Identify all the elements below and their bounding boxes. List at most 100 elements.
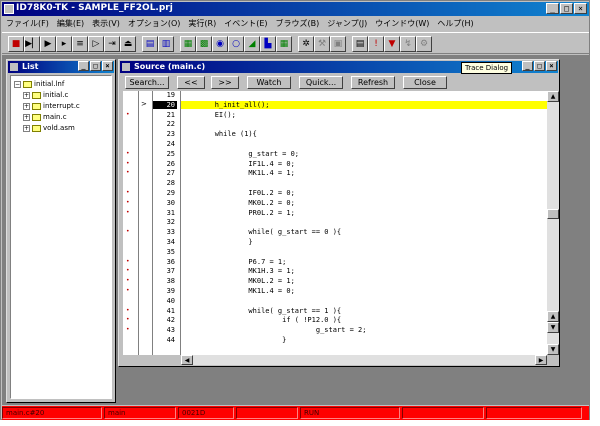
expand-icon[interactable]: + <box>23 91 30 99</box>
source-line[interactable] <box>181 297 547 305</box>
refresh-button[interactable]: Refresh <box>351 76 395 89</box>
source-line[interactable]: if ( !P12.0 ){ <box>181 316 547 324</box>
trace-icon[interactable]: ⚒ <box>314 36 330 52</box>
menu-run[interactable]: 実行(R) <box>184 17 220 31</box>
breakpoint-gutter[interactable]: • • • • • • • • • • • • • • • <box>123 91 139 355</box>
scroll-up-button[interactable]: ▲ <box>547 91 559 102</box>
menu-event[interactable]: イベント(E) <box>220 17 271 31</box>
source-maximize-button[interactable]: □ <box>534 61 545 71</box>
breakpoint-marker-icon[interactable]: • <box>126 277 134 285</box>
menu-jump[interactable]: ジャンプ(J) <box>323 17 371 31</box>
graph-icon[interactable]: ▙ <box>260 36 276 52</box>
scroll-right-button[interactable]: ▶ <box>535 355 547 365</box>
source-close-button[interactable]: × <box>546 61 557 71</box>
watch-button[interactable]: Watch <box>247 76 291 89</box>
pc-gutter[interactable]: > <box>139 91 153 355</box>
list-minimize-button[interactable]: _ <box>78 61 89 71</box>
return-icon[interactable]: ⇥ <box>104 36 120 52</box>
breakpoint-marker-icon[interactable]: • <box>126 258 134 266</box>
menu-edit[interactable]: 編集(E) <box>53 17 88 31</box>
source-window-icon[interactable]: ▤ <box>142 36 158 52</box>
menu-window[interactable]: ウインドウ(W) <box>371 17 433 31</box>
source-line[interactable]: while (1){ <box>181 130 547 138</box>
close-source-button[interactable]: Close <box>403 76 447 89</box>
expand-icon[interactable]: + <box>23 102 30 110</box>
menu-option[interactable]: オプション(O) <box>124 17 185 31</box>
go-icon[interactable]: ▶ <box>40 36 56 52</box>
scroll-page-up-button[interactable]: ▲ <box>547 311 559 322</box>
minimize-button[interactable]: _ <box>546 3 559 14</box>
breakpoint-marker-icon[interactable]: • <box>126 111 134 119</box>
step-into-icon[interactable]: ▸ <box>56 36 72 52</box>
menu-browse[interactable]: ブラウズ(B) <box>272 17 324 31</box>
source-line[interactable]: P6.7 = 1; <box>181 258 547 266</box>
watch-icon[interactable]: ◉ <box>212 36 228 52</box>
source-line[interactable]: MK0L.2 = 0; <box>181 199 547 207</box>
scroll-left-button[interactable]: ◀ <box>181 355 193 365</box>
source-line[interactable] <box>181 218 547 226</box>
source-line[interactable]: PR0L.2 = 1; <box>181 209 547 217</box>
source-line[interactable]: } <box>181 336 547 344</box>
tree-node-main[interactable]: + main.c <box>23 112 67 122</box>
source-line[interactable]: MK0L.2 = 1; <box>181 277 547 285</box>
forward-button[interactable]: >> <box>211 76 239 89</box>
breakpoint-marker-icon[interactable]: • <box>126 160 134 168</box>
menu-help[interactable]: ヘルプ(H) <box>433 17 477 31</box>
menu-view[interactable]: 表示(V) <box>88 17 124 31</box>
break-icon[interactable]: ! <box>368 36 384 52</box>
source-line[interactable]: while( g_start == 0 ){ <box>181 228 547 236</box>
breakpoint-marker-icon[interactable]: • <box>126 199 134 207</box>
source-line[interactable] <box>181 248 547 256</box>
timer-icon[interactable]: ▤ <box>352 36 368 52</box>
source-line[interactable]: while( g_start == 1 ){ <box>181 307 547 315</box>
title-bar[interactable]: ID78K0-TK - SAMPLE_FF2OL.prj _ □ × <box>2 2 589 16</box>
snap-icon[interactable]: ↯ <box>400 36 416 52</box>
maximize-button[interactable]: □ <box>560 3 573 14</box>
source-code-area[interactable]: h_init_all(); EI(); while (1){ g_start =… <box>181 91 547 355</box>
expand-icon[interactable]: + <box>23 124 30 132</box>
source-line[interactable]: MK1L.4 = 0; <box>181 287 547 295</box>
coverage-icon[interactable]: ▣ <box>330 36 346 52</box>
next-icon[interactable]: ▷ <box>88 36 104 52</box>
close-button[interactable]: × <box>574 3 587 14</box>
breakpoint-marker-icon[interactable]: • <box>126 150 134 158</box>
breakpoint-marker-icon[interactable]: • <box>126 228 134 236</box>
eject-icon[interactable]: ⏏ <box>120 36 136 52</box>
table-icon[interactable]: ▦ <box>276 36 292 52</box>
scroll-down-button[interactable]: ▼ <box>547 344 559 355</box>
source-line[interactable]: MK1L.4 = 1; <box>181 169 547 177</box>
tree-node-vold[interactable]: + vold.asm <box>23 123 75 133</box>
restart-icon[interactable]: ▶▏ <box>24 36 40 52</box>
tree-node-interrupt[interactable]: + interrupt.c <box>23 101 80 111</box>
memory-window-icon[interactable]: ▦ <box>180 36 196 52</box>
trace-dialog-icon[interactable]: ▼ <box>384 36 400 52</box>
stop-icon[interactable]: ■ <box>8 36 24 52</box>
quick-button[interactable]: Quick... <box>299 76 343 89</box>
app-icon[interactable] <box>4 4 14 14</box>
source-line[interactable]: g_start = 2; <box>181 326 547 334</box>
chart-icon[interactable]: ◢ <box>244 36 260 52</box>
source-line[interactable]: MK1H.3 = 1; <box>181 267 547 275</box>
collapse-icon[interactable]: − <box>14 80 21 88</box>
breakpoint-marker-icon[interactable]: • <box>126 209 134 217</box>
source-line[interactable]: IF1L.4 = 0; <box>181 160 547 168</box>
source-line[interactable] <box>181 91 547 99</box>
tree-node-root[interactable]: − initial.lnf <box>14 79 64 89</box>
breakpoint-marker-icon[interactable]: • <box>126 287 134 295</box>
vertical-scrollbar[interactable]: ▲ ▲ ▼ ▼ <box>547 91 559 355</box>
source-line[interactable]: h_init_all(); <box>181 100 547 109</box>
menu-file[interactable]: ファイル(F) <box>2 17 53 31</box>
source-line[interactable] <box>181 179 547 187</box>
source-line[interactable] <box>181 140 547 148</box>
source-line[interactable]: IF0L.2 = 0; <box>181 189 547 197</box>
source-line[interactable]: g_start = 0; <box>181 150 547 158</box>
stub-icon[interactable]: ⚙ <box>416 36 432 52</box>
step-icon[interactable]: ≡ <box>72 36 88 52</box>
register-window-icon[interactable]: ▩ <box>196 36 212 52</box>
back-button[interactable]: << <box>177 76 205 89</box>
source-line[interactable]: EI(); <box>181 111 547 119</box>
breakpoint-marker-icon[interactable]: • <box>126 267 134 275</box>
tree-node-initial[interactable]: + initial.c <box>23 90 68 100</box>
assemble-window-icon[interactable]: ▥ <box>158 36 174 52</box>
list-window-title-bar[interactable]: List _ □ × <box>8 61 114 73</box>
